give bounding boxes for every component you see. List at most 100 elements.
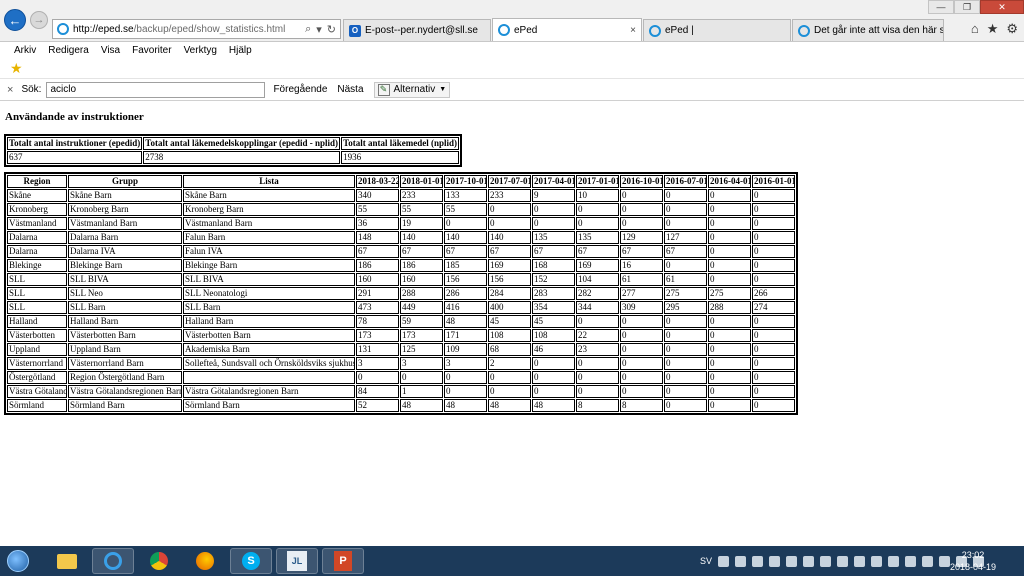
start-button[interactable] [4,548,32,574]
clock-date: 2018-04-19 [949,562,996,572]
back-button[interactable]: ← [4,9,26,31]
table-cell: 185 [444,259,487,272]
table-cell: 0 [708,245,751,258]
table-cell: 152 [532,273,575,286]
table-cell: Falun Barn [183,231,355,244]
table-cell: 67 [620,245,663,258]
table-cell: 140 [488,231,531,244]
skype-icon[interactable]: S [230,548,272,574]
table-cell: Västmanland Barn [183,217,355,230]
menu-item-arkiv[interactable]: Arkiv [14,45,36,56]
search-icon[interactable]: ⌕ [305,23,311,36]
tray-icon[interactable] [871,555,883,567]
table-cell: SLL [7,301,67,314]
language-indicator[interactable]: SV [700,556,712,566]
url-text[interactable]: http://eped.se/backup/eped/show_statisti… [73,24,300,35]
tray-icon[interactable] [939,555,951,567]
windows-logo-icon [7,550,29,572]
tray-icon[interactable] [888,555,900,567]
taskbar-clock[interactable]: 23:02 2018-04-19 [950,549,996,573]
table-cell: 0 [620,343,663,356]
menu-item-redigera[interactable]: Redigera [48,45,89,56]
nav-app-icon[interactable]: JL [276,548,318,574]
table-cell: 59 [400,315,443,328]
table-cell: 0 [664,189,707,202]
table-cell: 0 [708,217,751,230]
add-favorite-star-icon[interactable]: ★ [10,60,23,77]
table-cell: 48 [444,315,487,328]
table-row: Skåne Skåne Barn Skåne Barn 340 233 133 233 9 10… [7,189,795,202]
internet-explorer-icon[interactable] [92,548,134,574]
table-cell: 135 [576,231,619,244]
table-cell: 84 [356,385,399,398]
settings-gear-icon[interactable]: ⚙ [1006,21,1018,37]
find-options-button[interactable]: ✎ Alternativ ▼ [373,81,451,98]
table-cell: 156 [444,273,487,286]
tray-icon[interactable] [803,555,815,567]
tray-icon[interactable] [752,555,764,567]
tray-icon[interactable] [769,555,781,567]
firefox-icon[interactable] [184,548,226,574]
table-row: Sörmland Sörmland Barn Sörmland Barn 52 48 48… [7,399,795,412]
menu-item-verktyg[interactable]: Verktyg [184,45,217,56]
menu-item-hjalp[interactable]: Hjälp [229,45,252,56]
table-row: SLL SLL Neo SLL Neonatologi 291 288 286 284 283… [7,287,795,300]
table-cell: 129 [620,231,663,244]
find-next-button[interactable]: Nästa [337,84,363,95]
table-cell: Falun IVA [183,245,355,258]
chrome-icon[interactable] [138,548,180,574]
tray-icon[interactable] [820,555,832,567]
table-row: Dalarna Dalarna Barn Falun Barn 148 140 140 14… [7,231,795,244]
refresh-icon[interactable]: ↻ [327,23,336,36]
table-row: Halland Halland Barn Halland Barn 78 59 48 45 4… [7,315,795,328]
table-cell: 233 [488,189,531,202]
file-explorer-icon[interactable] [46,548,88,574]
tab-label: E-post--per.nydert@sll.se [365,25,478,36]
address-bar[interactable]: http://eped.se/backup/eped/show_statisti… [52,19,341,39]
dropdown-arrow-icon[interactable]: ▾ [316,23,322,36]
table-cell: 0 [708,357,751,370]
table-cell: 1 [400,385,443,398]
tab-close-icon[interactable]: × [624,25,636,36]
tray-icon[interactable] [854,555,866,567]
tab-error-page[interactable]: Det går inte att visa den här sid... [792,19,944,41]
tab-eped-active[interactable]: ePed × [492,18,642,41]
find-bar: × Sök: Föregående Nästa ✎ Alternativ ▼ [0,79,1024,101]
tray-icon[interactable] [837,555,849,567]
ie-icon [649,24,661,37]
favorites-star-icon[interactable]: ★ [987,21,999,37]
tray-icon[interactable] [718,555,730,567]
tray-icon[interactable] [922,555,934,567]
close-window-button[interactable]: ✕ [980,0,1024,14]
table-row: Uppland Uppland Barn Akademiska Barn 131 125… [7,343,795,356]
column-header: 2018-01-01 [400,175,443,188]
table-cell: 0 [532,217,575,230]
favorites-bar: ★ [0,58,1024,79]
find-input[interactable] [46,81,266,98]
tray-icon[interactable] [786,555,798,567]
table-cell: 0 [664,343,707,356]
table-cell: 135 [532,231,575,244]
menu-item-visa[interactable]: Visa [101,45,120,56]
tab-eped-2[interactable]: ePed | [643,19,791,41]
home-icon[interactable]: ⌂ [971,21,979,37]
table-cell: 344 [576,301,619,314]
menu-item-favoriter[interactable]: Favoriter [132,45,171,56]
find-close-icon[interactable]: × [7,84,13,96]
find-previous-button[interactable]: Föregående [273,84,327,95]
tray-icon[interactable] [735,555,747,567]
ie-icon [498,24,510,36]
tray-icon[interactable] [905,555,917,567]
table-cell: Västerbotten Barn [183,329,355,342]
table-cell: 0 [620,315,663,328]
powerpoint-icon[interactable]: P [322,548,364,574]
table-cell: 309 [620,301,663,314]
tab-outlook[interactable]: O E-post--per.nydert@sll.se [343,19,491,41]
maximize-button[interactable]: ❐ [954,0,980,14]
minimize-button[interactable]: — [928,0,954,14]
forward-button[interactable]: → [30,11,48,29]
find-options-label: Alternativ [393,84,436,95]
table-cell: 0 [444,385,487,398]
table-cell: 0 [444,371,487,384]
table-cell: Dalarna [7,231,67,244]
